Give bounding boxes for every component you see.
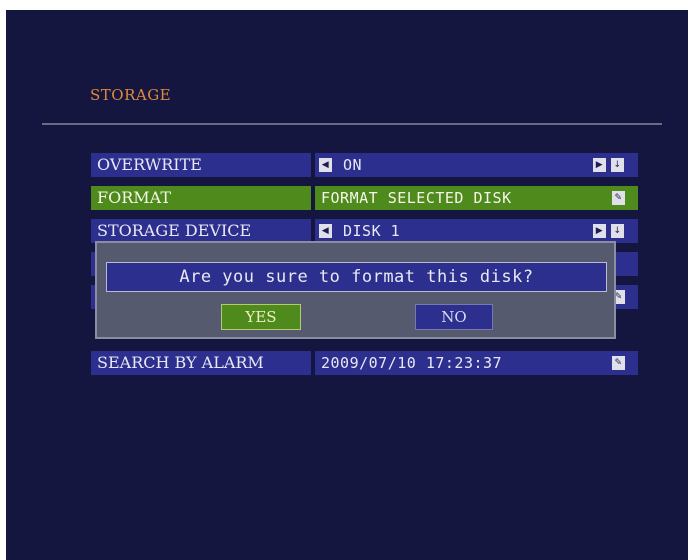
format-value-field[interactable]: FORMAT SELECTED DISK ✎ xyxy=(315,186,638,210)
no-button[interactable]: NO xyxy=(415,304,493,330)
left-arrow-icon[interactable]: ◀ xyxy=(319,158,332,172)
search-by-alarm-label[interactable]: SEARCH BY ALARM xyxy=(91,351,311,375)
overwrite-label[interactable]: OVERWRITE xyxy=(91,153,311,177)
right-arrow-icon[interactable]: ▶ xyxy=(593,224,606,238)
dialog-message: Are you sure to format this disk? xyxy=(106,262,607,292)
format-label[interactable]: FORMAT xyxy=(91,186,311,210)
format-value: FORMAT SELECTED DISK xyxy=(321,189,512,207)
storage-device-value: DISK 1 xyxy=(343,222,401,240)
overwrite-value-field[interactable]: ◀ ON ▶ ↓ xyxy=(315,153,638,177)
edit-icon[interactable]: ✎ xyxy=(612,191,625,205)
storage-device-label[interactable]: STORAGE DEVICE xyxy=(91,219,311,243)
down-arrow-icon[interactable]: ↓ xyxy=(611,224,624,238)
search-by-alarm-value-field[interactable]: 2009/07/10 17:23:37 ✎ xyxy=(315,351,638,375)
storage-device-value-field[interactable]: ◀ DISK 1 ▶ ↓ xyxy=(315,219,638,243)
left-arrow-icon[interactable]: ◀ xyxy=(319,224,332,238)
page-title: STORAGE xyxy=(90,86,172,104)
down-arrow-icon[interactable]: ↓ xyxy=(611,158,624,172)
search-by-alarm-value: 2009/07/10 17:23:37 xyxy=(321,354,503,372)
title-divider xyxy=(42,123,662,125)
yes-button[interactable]: YES xyxy=(221,304,301,330)
right-arrow-icon[interactable]: ▶ xyxy=(593,158,606,172)
dvr-screen: STORAGE OVERWRITE ◀ ON ▶ ↓ FORMAT FORMAT… xyxy=(6,10,688,560)
edit-icon[interactable]: ✎ xyxy=(612,356,625,370)
format-confirm-dialog: Are you sure to format this disk? YES NO xyxy=(95,241,616,339)
